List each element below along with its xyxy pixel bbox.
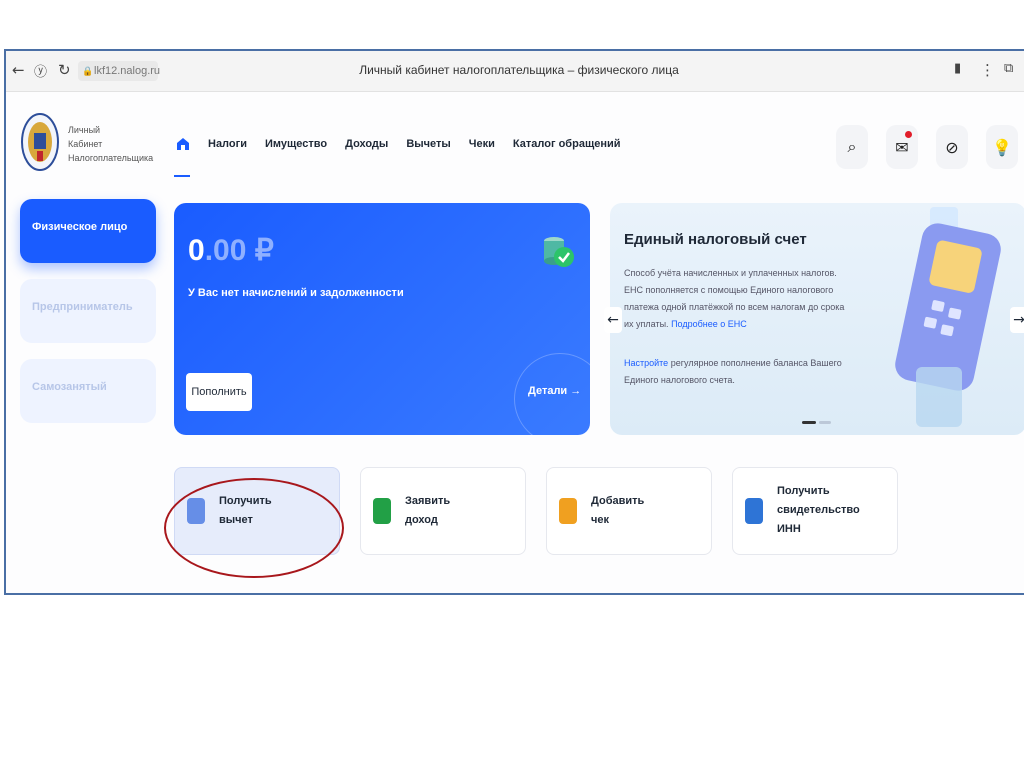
sidebar-item-self-employed[interactable]: Самозанятый: [20, 359, 156, 423]
ens-setup-text: Настройте регулярное пополнение баланса …: [624, 355, 848, 389]
coins-check-icon: [544, 237, 574, 267]
topup-button[interactable]: Пополнить: [186, 373, 252, 411]
nav-item-income[interactable]: Доходы: [345, 138, 388, 150]
balance-subtitle: У Вас нет начислений и задолженности: [188, 287, 404, 299]
income-ruble-icon: [373, 498, 391, 524]
extensions-icon[interactable]: ⧉: [1004, 61, 1013, 76]
browser-toolbar: ← ⓨ ↻ 🔒 lkf12.nalog.ru Личный кабинет на…: [6, 51, 1024, 92]
nav-item-requests-catalog[interactable]: Каталог обращений: [513, 138, 621, 150]
tile-line: ИНН: [777, 523, 801, 535]
carousel-dot[interactable]: [819, 421, 831, 424]
ens-more-link[interactable]: Подробнее о ЕНС: [671, 319, 747, 329]
ens-title: Единый налоговый счет: [624, 231, 807, 248]
menu-icon[interactable]: ⋮: [980, 61, 995, 79]
tile-label: Добавить чек: [591, 492, 644, 530]
tile-get-inn-certificate[interactable]: Получить свидетельство ИНН: [732, 467, 898, 555]
nav-item-receipts[interactable]: Чеки: [469, 138, 495, 150]
nav-item-property[interactable]: Имущество: [265, 138, 327, 150]
search-icon[interactable]: ⌕: [836, 125, 868, 169]
balance-amount: 0.00 ₽: [188, 233, 274, 268]
ens-setup-link[interactable]: Настройте: [624, 358, 668, 368]
tile-line: свидетельство: [777, 504, 860, 516]
mail-icon[interactable]: ✉: [886, 125, 918, 169]
ens-banner: Единый налоговый счет Способ учёта начис…: [610, 203, 1024, 435]
tile-label: Заявить доход: [405, 492, 450, 530]
ens-description: Способ учёта начисленных и уплаченных на…: [624, 265, 848, 333]
page-title: Личный кабинет налогоплательщика – физич…: [359, 63, 679, 77]
carousel-next-arrow-icon[interactable]: →: [1010, 307, 1024, 333]
sidebar-item-individual[interactable]: Физическое лицо: [20, 199, 156, 263]
tile-label: Получить свидетельство ИНН: [777, 482, 860, 539]
certificate-monitor-icon: [745, 498, 763, 524]
fns-logo-icon[interactable]: [20, 111, 60, 173]
accessibility-icon[interactable]: ⊘: [936, 125, 968, 169]
balance-decimal: .00 ₽: [204, 234, 274, 267]
tile-add-receipt[interactable]: Добавить чек: [546, 467, 712, 555]
tile-line: Заявить: [405, 495, 451, 507]
tile-line: Получить: [777, 485, 830, 497]
logo-line: Налогоплательщика: [68, 153, 154, 163]
highlight-ellipse-annotation: [164, 478, 344, 578]
nav-item-deductions[interactable]: Вычеты: [406, 138, 450, 150]
carousel-prev-arrow-icon[interactable]: ←: [604, 307, 622, 333]
logo-line: Кабинет: [68, 139, 103, 149]
nav-item-taxes[interactable]: Налоги: [208, 138, 247, 150]
home-icon[interactable]: [176, 137, 190, 151]
browser-window: ← ⓨ ↻ 🔒 lkf12.nalog.ru Личный кабинет на…: [4, 49, 1024, 595]
carousel-dot-active[interactable]: [802, 421, 816, 424]
receipt-icon: [559, 498, 577, 524]
logo-caption: Личный Кабинет Налогоплательщика: [68, 123, 153, 165]
balance-card: 0.00 ₽ У Вас нет начислений и задолженно…: [174, 203, 590, 435]
tile-line: Добавить: [591, 495, 645, 507]
logo-line: Личный: [68, 125, 101, 135]
carousel-dots: [802, 421, 831, 424]
notification-dot: [905, 131, 912, 138]
tile-line: чек: [591, 514, 610, 526]
main-nav: Налоги Имущество Доходы Вычеты Чеки Ката…: [176, 137, 621, 151]
sidebar-item-entrepreneur[interactable]: Предприниматель: [20, 279, 156, 343]
active-tab-indicator: [174, 175, 190, 177]
tile-declare-income[interactable]: Заявить доход: [360, 467, 526, 555]
payment-terminal-icon: [895, 207, 1001, 427]
tile-line: доход: [405, 514, 438, 526]
bookmark-icon[interactable]: ▮: [954, 61, 961, 76]
details-link[interactable]: Детали →: [528, 385, 581, 397]
header-actions: ⌕ ✉ ⊘ 💡 ●: [836, 125, 1024, 169]
hint-lightbulb-icon[interactable]: 💡: [986, 125, 1018, 169]
balance-integer: 0: [188, 234, 205, 267]
